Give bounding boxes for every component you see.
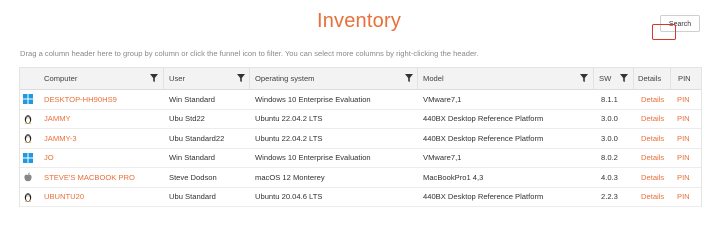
selected-pin-highlight bbox=[652, 24, 676, 40]
details-link[interactable]: Details bbox=[641, 110, 669, 129]
pin-link[interactable]: PIN bbox=[677, 168, 697, 187]
os-cell: Windows 10 Enterprise Evaluation bbox=[255, 94, 371, 104]
grid-header: Computer User Operating system Model SW … bbox=[20, 68, 701, 90]
computer-name-link[interactable]: STEVE'S MACBOOK PRO bbox=[44, 168, 162, 187]
column-label: User bbox=[169, 74, 186, 83]
sw-version-cell: 8.0.2 bbox=[601, 153, 618, 163]
grouping-hint: Drag a column header here to group by co… bbox=[20, 49, 479, 58]
filter-funnel-icon[interactable] bbox=[620, 74, 628, 82]
details-link[interactable]: Details bbox=[641, 168, 669, 187]
table-row[interactable]: STEVE'S MACBOOK PRO Steve Dodson macOS 1… bbox=[20, 168, 701, 188]
filter-funnel-icon[interactable] bbox=[150, 74, 158, 82]
column-label: PIN bbox=[678, 74, 691, 83]
os-cell: Ubuntu 20.04.6 LTS bbox=[255, 192, 323, 202]
pin-link[interactable]: PIN bbox=[677, 90, 697, 109]
column-label: Details bbox=[638, 74, 662, 83]
model-cell: 440BX Desktop Reference Platform bbox=[423, 192, 544, 202]
user-cell: Win Standard bbox=[169, 94, 216, 104]
details-link[interactable]: Details bbox=[641, 129, 669, 148]
computer-name-link[interactable]: UBUNTU20 bbox=[44, 188, 162, 207]
table-row[interactable]: JAMMY-3 Ubu Standard22 Ubuntu 22.04.2 LT… bbox=[20, 129, 701, 149]
os-cell: Ubuntu 22.04.2 LTS bbox=[255, 133, 323, 143]
column-label: Computer bbox=[44, 74, 78, 83]
details-link[interactable]: Details bbox=[641, 90, 669, 109]
sw-version-cell: 2.2.3 bbox=[601, 192, 618, 202]
filter-funnel-icon[interactable] bbox=[237, 74, 245, 82]
column-header-pin: PIN bbox=[678, 68, 698, 89]
table-row[interactable]: DESKTOP-HH90HS9 Win Standard Windows 10 … bbox=[20, 90, 701, 110]
user-cell: Ubu Standard bbox=[169, 192, 216, 202]
details-link[interactable]: Details bbox=[641, 149, 669, 168]
details-link[interactable]: Details bbox=[641, 188, 669, 207]
column-header-os[interactable]: Operating system bbox=[255, 68, 405, 89]
model-cell: VMware7,1 bbox=[423, 153, 462, 163]
computer-name-link[interactable]: DESKTOP-HH90HS9 bbox=[44, 90, 162, 109]
os-cell: macOS 12 Monterey bbox=[255, 172, 325, 182]
filter-funnel-icon[interactable] bbox=[405, 74, 413, 82]
column-header-details: Details bbox=[638, 68, 668, 89]
pin-link[interactable]: PIN bbox=[677, 110, 697, 129]
model-cell: VMware7,1 bbox=[423, 94, 462, 104]
model-cell: 440BX Desktop Reference Platform bbox=[423, 133, 544, 143]
computer-name-link[interactable]: JAMMY bbox=[44, 110, 162, 129]
user-cell: Steve Dodson bbox=[169, 172, 217, 182]
column-header-model[interactable]: Model bbox=[423, 68, 583, 89]
sw-version-cell: 8.1.1 bbox=[601, 94, 618, 104]
computer-name-link[interactable]: JAMMY-3 bbox=[44, 129, 162, 148]
os-cell: Ubuntu 22.04.2 LTS bbox=[255, 114, 323, 124]
sw-version-cell: 3.0.0 bbox=[601, 133, 618, 143]
table-row[interactable]: UBUNTU20 Ubu Standard Ubuntu 20.04.6 LTS… bbox=[20, 187, 701, 207]
table-row[interactable]: JO Win Standard Windows 10 Enterprise Ev… bbox=[20, 148, 701, 168]
sw-version-cell: 4.0.3 bbox=[601, 172, 618, 182]
column-label: Operating system bbox=[255, 74, 315, 83]
computer-name-link[interactable]: JO bbox=[44, 149, 162, 168]
user-cell: Ubu Standard22 bbox=[169, 133, 225, 143]
pin-link[interactable]: PIN bbox=[677, 129, 697, 148]
os-cell: Windows 10 Enterprise Evaluation bbox=[255, 153, 371, 163]
column-label: Model bbox=[423, 74, 444, 83]
filter-funnel-icon[interactable] bbox=[580, 74, 588, 82]
inventory-grid: Computer User Operating system Model SW … bbox=[19, 67, 702, 207]
page-title: Inventory bbox=[316, 10, 402, 32]
table-row[interactable]: JAMMY Ubu Std22 Ubuntu 22.04.2 LTS 440BX… bbox=[20, 109, 701, 129]
pin-link[interactable]: PIN bbox=[677, 188, 697, 207]
pin-link[interactable]: PIN bbox=[677, 149, 697, 168]
user-cell: Ubu Std22 bbox=[169, 114, 205, 124]
model-cell: 440BX Desktop Reference Platform bbox=[423, 114, 544, 124]
user-cell: Win Standard bbox=[169, 153, 216, 163]
model-cell: MacBookPro1 4,3 bbox=[423, 172, 484, 182]
column-label: SW bbox=[599, 74, 612, 83]
column-header-computer[interactable]: Computer bbox=[44, 68, 164, 89]
sw-version-cell: 3.0.0 bbox=[601, 114, 618, 124]
